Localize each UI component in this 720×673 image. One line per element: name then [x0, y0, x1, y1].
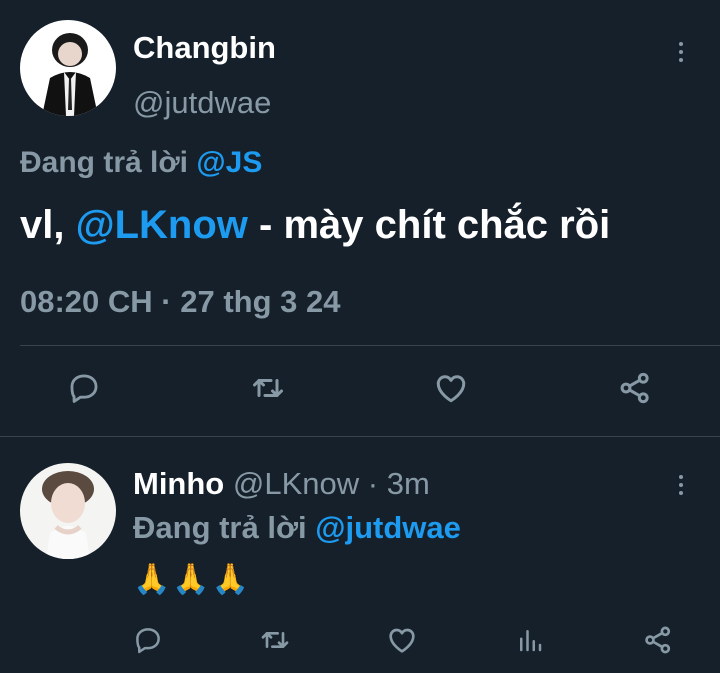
retweet-icon[interactable]	[255, 620, 295, 660]
share-icon[interactable]	[615, 368, 655, 408]
tweet-text-end: - mày chít chắc rồi	[259, 203, 611, 247]
divider	[20, 345, 720, 346]
display-name[interactable]: Changbin	[133, 30, 276, 66]
profile-photo	[20, 463, 116, 559]
handle[interactable]: @LKnow	[233, 466, 359, 501]
reply-icon[interactable]	[64, 368, 104, 408]
replying-to-line: Đang trả lời @JS	[20, 146, 262, 180]
share-icon[interactable]	[638, 620, 678, 660]
tweet-mention[interactable]: @LKnow	[76, 203, 248, 247]
avatar[interactable]	[20, 20, 116, 116]
replying-to-label: Đang trả lời	[133, 510, 307, 545]
analytics-icon[interactable]	[510, 620, 550, 660]
tweet-text: vl, @LKnow - mày chít chắc rồi	[20, 203, 610, 248]
replying-to-mention[interactable]: @JS	[196, 146, 262, 179]
timestamp[interactable]: 08:20 CH · 27 thg 3 24	[20, 284, 340, 320]
profile-photo	[20, 20, 116, 116]
like-icon[interactable]	[382, 620, 422, 660]
reply-header: Minho @LKnow · 3m	[133, 466, 430, 502]
more-options-icon[interactable]	[675, 42, 687, 62]
retweet-icon[interactable]	[248, 368, 288, 408]
reply-icon[interactable]	[128, 620, 168, 660]
separator-dot: ·	[367, 466, 379, 501]
display-name[interactable]: Minho	[133, 466, 224, 501]
time-ago[interactable]: 3m	[387, 466, 430, 501]
more-options-icon[interactable]	[675, 475, 687, 495]
like-icon[interactable]	[431, 368, 471, 408]
section-divider	[0, 436, 720, 437]
replying-to-line: Đang trả lời @jutdwae	[133, 510, 461, 546]
replying-to-mention[interactable]: @jutdwae	[315, 510, 461, 545]
tweet-text: 🙏🙏🙏	[133, 563, 252, 596]
avatar[interactable]	[20, 463, 116, 559]
tweet-text-start: vl,	[20, 203, 65, 247]
handle[interactable]: @jutdwae	[133, 85, 271, 121]
replying-to-label: Đang trả lời	[20, 146, 189, 179]
